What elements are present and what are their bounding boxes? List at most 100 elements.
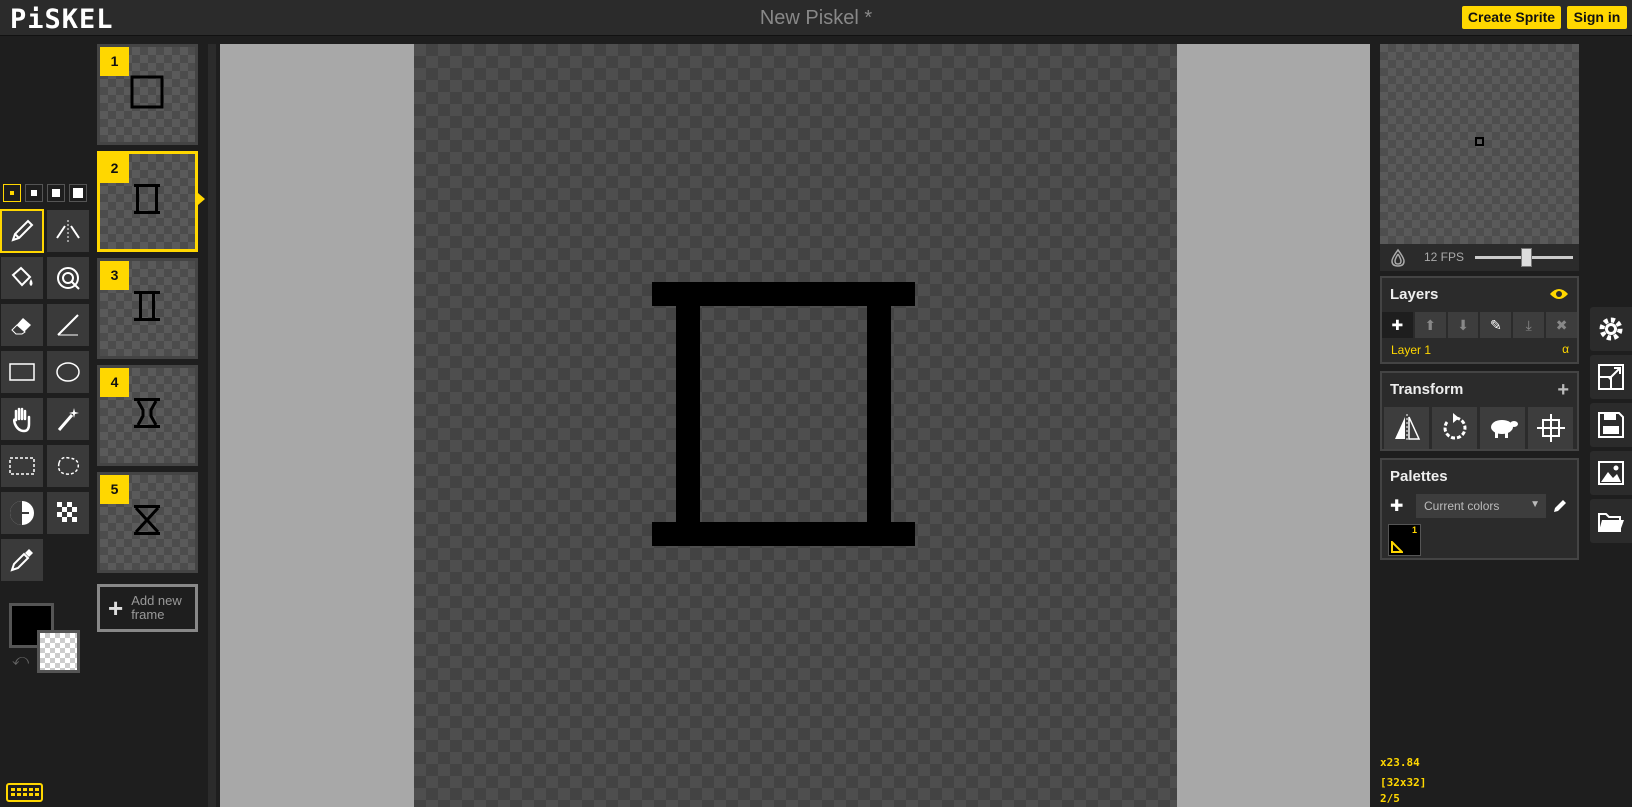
palettes-panel: Palettes ✚ Current colors ▼ 1 [1380, 458, 1579, 560]
folder-open-icon [1598, 513, 1624, 532]
frame-number: 2 [100, 154, 129, 183]
eye-icon[interactable] [1549, 286, 1569, 302]
gear-icon [1599, 317, 1623, 341]
plus-icon: + [108, 592, 124, 623]
layers-panel: Layers ✚ ⬆ ⬇ ✎ ⤓ ✖ Layer 1 α [1380, 276, 1579, 364]
magic-wand-icon [57, 408, 79, 431]
export-button[interactable] [1590, 451, 1632, 495]
add-frame-label: Add new frame [131, 593, 182, 622]
pen-tool[interactable] [0, 209, 44, 253]
frame-number: 5 [100, 475, 129, 504]
secondary-color-swatch[interactable] [37, 630, 80, 673]
image-icon [1598, 461, 1624, 485]
eraser-icon [11, 318, 31, 335]
sprite-size: [32x32] [1380, 776, 1427, 789]
hand-icon [12, 407, 31, 433]
create-sprite-button[interactable]: Create Sprite [1462, 6, 1561, 29]
palette-swatch[interactable]: 1 [1388, 524, 1421, 556]
add-layer-button[interactable]: ✚ [1382, 312, 1413, 338]
lasso-selection-tool[interactable] [46, 444, 90, 488]
center-button[interactable] [1528, 407, 1573, 449]
frames-scrollbar[interactable] [208, 44, 216, 807]
edit-palette-button[interactable] [1547, 494, 1573, 518]
layers-toolbar: ✚ ⬆ ⬇ ✎ ⤓ ✖ [1382, 312, 1577, 338]
eyedropper-icon [10, 549, 33, 572]
dither-icon [57, 502, 77, 522]
import-button[interactable] [1590, 499, 1632, 543]
move-layer-up-button[interactable]: ⬆ [1414, 312, 1446, 338]
pen-size-4[interactable] [69, 184, 87, 202]
eraser-tool[interactable] [0, 303, 44, 347]
fps-slider-thumb[interactable] [1521, 248, 1532, 267]
pen-size-1[interactable] [3, 184, 21, 202]
lighten-icon [10, 501, 34, 525]
sheep-icon [1490, 420, 1518, 438]
rotate-icon [1443, 413, 1466, 440]
lasso-icon [57, 456, 80, 475]
frame-thumbnail [134, 291, 160, 321]
paint-same-color-tool[interactable] [46, 256, 90, 300]
transform-add-icon[interactable]: + [1557, 379, 1569, 402]
frame-3[interactable]: 3 [97, 258, 198, 359]
drawing-canvas[interactable] [414, 44, 1177, 807]
save-button[interactable] [1590, 403, 1632, 447]
pen-size-3[interactable] [47, 184, 65, 202]
frame-5[interactable]: 5 [97, 472, 198, 573]
selected-swatch-icon [1391, 541, 1403, 553]
multi-bucket-icon [57, 267, 80, 290]
edit-layer-button[interactable]: ✎ [1480, 312, 1512, 338]
onion-skin-icon[interactable] [1388, 248, 1408, 268]
dithering-tool[interactable] [46, 491, 90, 535]
lighten-tool[interactable] [0, 491, 44, 535]
delete-layer-button[interactable]: ✖ [1546, 312, 1577, 338]
sign-in-button[interactable]: Sign in [1567, 6, 1627, 29]
rotate-button[interactable] [1432, 407, 1477, 449]
settings-button[interactable] [1590, 307, 1632, 351]
animation-preview[interactable] [1380, 44, 1579, 244]
flip-icon [1394, 414, 1420, 442]
app-header: PiSKEL New Piskel * Create Sprite Sign i… [0, 0, 1632, 36]
pen-size-selector [3, 184, 87, 202]
pen-size-2[interactable] [25, 184, 43, 202]
paint-bucket-tool[interactable] [0, 256, 44, 300]
color-picker-tool[interactable] [0, 538, 44, 582]
circle-tool[interactable] [46, 350, 90, 394]
vertical-mirror-tool[interactable] [46, 209, 90, 253]
palette-select[interactable]: Current colors ▼ [1416, 494, 1546, 518]
layer-opacity-button[interactable]: α [1562, 342, 1569, 356]
frame-number: 1 [100, 47, 129, 76]
pencil-icon [1554, 500, 1566, 512]
palettes-title: Palettes [1390, 468, 1448, 485]
magic-wand-tool[interactable] [46, 397, 90, 441]
line-icon [57, 314, 79, 336]
frame-4[interactable]: 4 [97, 365, 198, 466]
rect-select-icon [9, 457, 35, 475]
add-frame-button[interactable]: + Add new frame [97, 584, 198, 632]
center-icon [1536, 414, 1565, 442]
clone-button[interactable] [1480, 407, 1525, 449]
frame-2[interactable]: 2 [97, 151, 198, 252]
move-layer-down-button[interactable]: ⬇ [1447, 312, 1479, 338]
move-tool[interactable] [0, 397, 44, 441]
swatch-index: 1 [1411, 525, 1417, 535]
swap-colors-icon[interactable]: ⤺ [12, 652, 29, 670]
merge-layer-button[interactable]: ⤓ [1513, 312, 1545, 338]
stroke-tool[interactable] [46, 303, 90, 347]
frame-1[interactable]: 1 [97, 44, 198, 145]
rectangle-selection-tool[interactable] [0, 444, 44, 488]
add-palette-button[interactable]: ✚ [1390, 496, 1403, 516]
rectangle-icon [9, 363, 35, 381]
document-title: New Piskel * [759, 7, 873, 29]
fps-controls: 12 FPS [1380, 244, 1579, 271]
frame-thumbnail [134, 398, 160, 428]
layer-item[interactable]: Layer 1 α [1382, 338, 1577, 362]
bucket-icon [11, 266, 33, 287]
selected-frame-arrow [198, 193, 205, 205]
save-icon [1598, 412, 1624, 438]
mirror-pen-icon [56, 220, 80, 242]
layers-title: Layers [1390, 286, 1439, 303]
keyboard-shortcuts-icon[interactable] [6, 783, 43, 802]
resize-button[interactable] [1590, 355, 1632, 399]
flip-button[interactable] [1384, 407, 1429, 449]
rectangle-tool[interactable] [0, 350, 44, 394]
